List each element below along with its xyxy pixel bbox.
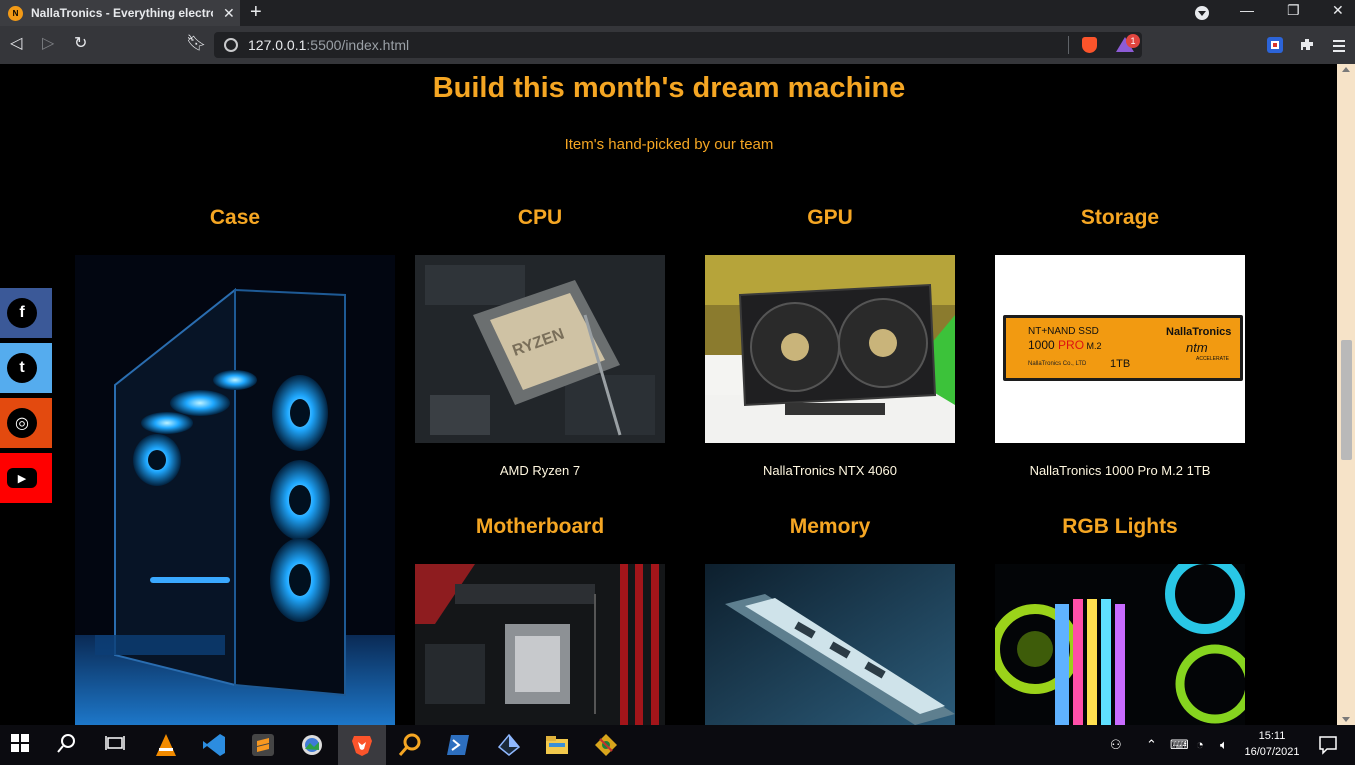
tab-search-icon[interactable] — [1195, 6, 1209, 20]
ssd-line1: NT+NAND SSD — [1028, 326, 1099, 337]
back-icon[interactable]: ◁ — [10, 35, 22, 53]
brave-browser-icon[interactable] — [350, 733, 374, 757]
file-explorer-icon[interactable] — [545, 733, 569, 757]
scroll-up-arrow-icon[interactable] — [1342, 67, 1350, 72]
storage-product-image[interactable]: NT+NAND SSD 1000 PRO M.2 NallaTronics Co… — [995, 255, 1245, 443]
page-scrollbar[interactable] — [1337, 64, 1355, 725]
rgb-lights-product-image[interactable] — [995, 564, 1245, 725]
gpu-product-image[interactable] — [705, 255, 955, 443]
app-pyramid-icon[interactable] — [497, 733, 521, 757]
close-tab-icon[interactable]: ✕ — [223, 5, 235, 22]
url-text: 127.0.0.1:5500/index.html — [248, 37, 409, 53]
extensions-puzzle-icon[interactable] — [1298, 36, 1316, 54]
ssd-line2: 1000 PRO M.2 — [1028, 338, 1102, 352]
browser-tab[interactable]: N NallaTronics - Everything electronics … — [0, 0, 240, 26]
people-icon[interactable]: ⚇ — [1110, 737, 1122, 753]
gpu-illustration — [705, 255, 955, 443]
ssd-tagline: ACCELERATE — [1196, 356, 1229, 362]
extension-shield-icon[interactable] — [1266, 36, 1284, 54]
facebook-link[interactable]: f — [0, 288, 52, 338]
address-bar[interactable]: 127.0.0.1:5500/index.html 1 — [214, 32, 1142, 58]
restore-icon[interactable]: ❐ — [1287, 2, 1300, 19]
motherboard-product-image[interactable] — [415, 564, 665, 725]
show-hidden-icons[interactable]: ⌃ — [1146, 737, 1157, 753]
twitter-link[interactable]: t — [0, 343, 52, 393]
ssd-model-number: 1000 — [1028, 338, 1059, 352]
ssd-brand: NallaTronics — [1166, 326, 1232, 338]
category-title-motherboard: Motherboard — [475, 515, 605, 538]
memory-illustration — [705, 564, 955, 725]
category-title-rgb-lights: RGB Lights — [1062, 515, 1178, 538]
ssd-form-factor: M.2 — [1084, 341, 1102, 351]
scroll-down-arrow-icon[interactable] — [1342, 717, 1350, 722]
git-app-icon[interactable] — [594, 733, 618, 757]
page-viewport: Build this month's dream machine Item's … — [0, 64, 1355, 725]
reload-icon[interactable]: ↻ — [74, 35, 87, 53]
page-title: Build this month's dream machine — [432, 72, 906, 104]
instagram-icon: ◎ — [7, 408, 37, 438]
url-host: 127.0.0.1 — [248, 37, 307, 53]
site-favicon-icon: N — [8, 5, 23, 21]
windows-taskbar: ⚇ ⌃ ⌨ ◔ 🔈︎ 15:11 16/07/2021 — [0, 725, 1355, 765]
powershell-icon[interactable] — [446, 733, 470, 757]
task-view-icon[interactable] — [105, 733, 129, 757]
cpu-caption[interactable]: AMD Ryzen 7 — [415, 463, 665, 478]
network-icon[interactable]: ◔ — [1196, 737, 1204, 752]
minimize-icon[interactable]: — — [1240, 2, 1254, 18]
case-product-image[interactable] — [75, 255, 395, 725]
volume-icon[interactable]: 🔈︎ — [1220, 737, 1228, 753]
rewards-badge: 1 — [1126, 34, 1140, 48]
ssd-logo: ntm — [1186, 340, 1208, 355]
storage-caption[interactable]: NallaTronics 1000 Pro M.2 1TB — [995, 463, 1245, 478]
category-title-case: Case — [209, 206, 261, 229]
new-tab-icon[interactable]: + — [250, 1, 262, 23]
ssd-pro-text: PRO — [1058, 338, 1085, 352]
ssd-capacity: 1TB — [1110, 358, 1131, 370]
taskbar-clock[interactable]: 15:11 16/07/2021 — [1240, 728, 1304, 760]
cpu-illustration: RYZEN — [415, 255, 665, 443]
brave-shields-icon[interactable] — [1082, 37, 1097, 53]
address-divider — [1068, 36, 1069, 54]
youtube-icon: ▶ — [7, 468, 37, 488]
browser-tab-strip: N NallaTronics - Everything electronics … — [0, 0, 1355, 26]
language-icon[interactable]: ⌨ — [1170, 737, 1189, 753]
url-path: :5500/index.html — [306, 37, 410, 53]
cpu-product-image[interactable]: RYZEN — [415, 255, 665, 443]
search-icon[interactable] — [57, 733, 81, 757]
ssd-maker: NallaTronics Co., LTD — [1028, 361, 1087, 367]
twitter-icon: t — [7, 353, 37, 383]
vlc-icon[interactable] — [154, 733, 178, 757]
windows-start-icon[interactable] — [10, 733, 34, 757]
bookmark-icon[interactable]: 🔖︎ — [186, 35, 206, 53]
motherboard-illustration — [415, 564, 665, 725]
page-subtitle: Item's hand-picked by our team — [564, 136, 774, 153]
scrollbar-thumb[interactable] — [1341, 340, 1352, 460]
photos-app-icon[interactable] — [300, 733, 324, 757]
memory-product-image[interactable] — [705, 564, 955, 725]
youtube-link[interactable]: ▶ — [0, 453, 52, 503]
site-info-icon[interactable] — [224, 38, 238, 52]
sublime-text-icon[interactable] — [251, 733, 275, 757]
window-close-icon[interactable]: ✕ — [1332, 2, 1344, 19]
tab-title: NallaTronics - Everything electronics — [31, 6, 213, 20]
ssd-stick: NT+NAND SSD 1000 PRO M.2 NallaTronics Co… — [1003, 315, 1243, 381]
notification-center-icon[interactable] — [1318, 735, 1342, 759]
category-title-memory: Memory — [789, 515, 871, 538]
clock-date: 16/07/2021 — [1244, 746, 1300, 758]
magnifier-app-icon[interactable] — [398, 733, 422, 757]
pc-case-illustration — [75, 287, 395, 725]
category-title-cpu: CPU — [517, 206, 563, 229]
forward-icon[interactable]: ▷ — [42, 35, 54, 53]
menu-icon[interactable] — [1332, 36, 1346, 54]
category-title-storage: Storage — [1080, 206, 1160, 229]
rgb-illustration — [995, 564, 1245, 725]
clock-time: 15:11 — [1258, 730, 1286, 742]
instagram-link[interactable]: ◎ — [0, 398, 52, 448]
vscode-icon[interactable] — [202, 733, 226, 757]
favicon-letter: N — [12, 8, 19, 18]
category-title-gpu: GPU — [807, 206, 853, 229]
facebook-icon: f — [7, 298, 37, 328]
gpu-caption[interactable]: NallaTronics NTX 4060 — [705, 463, 955, 478]
